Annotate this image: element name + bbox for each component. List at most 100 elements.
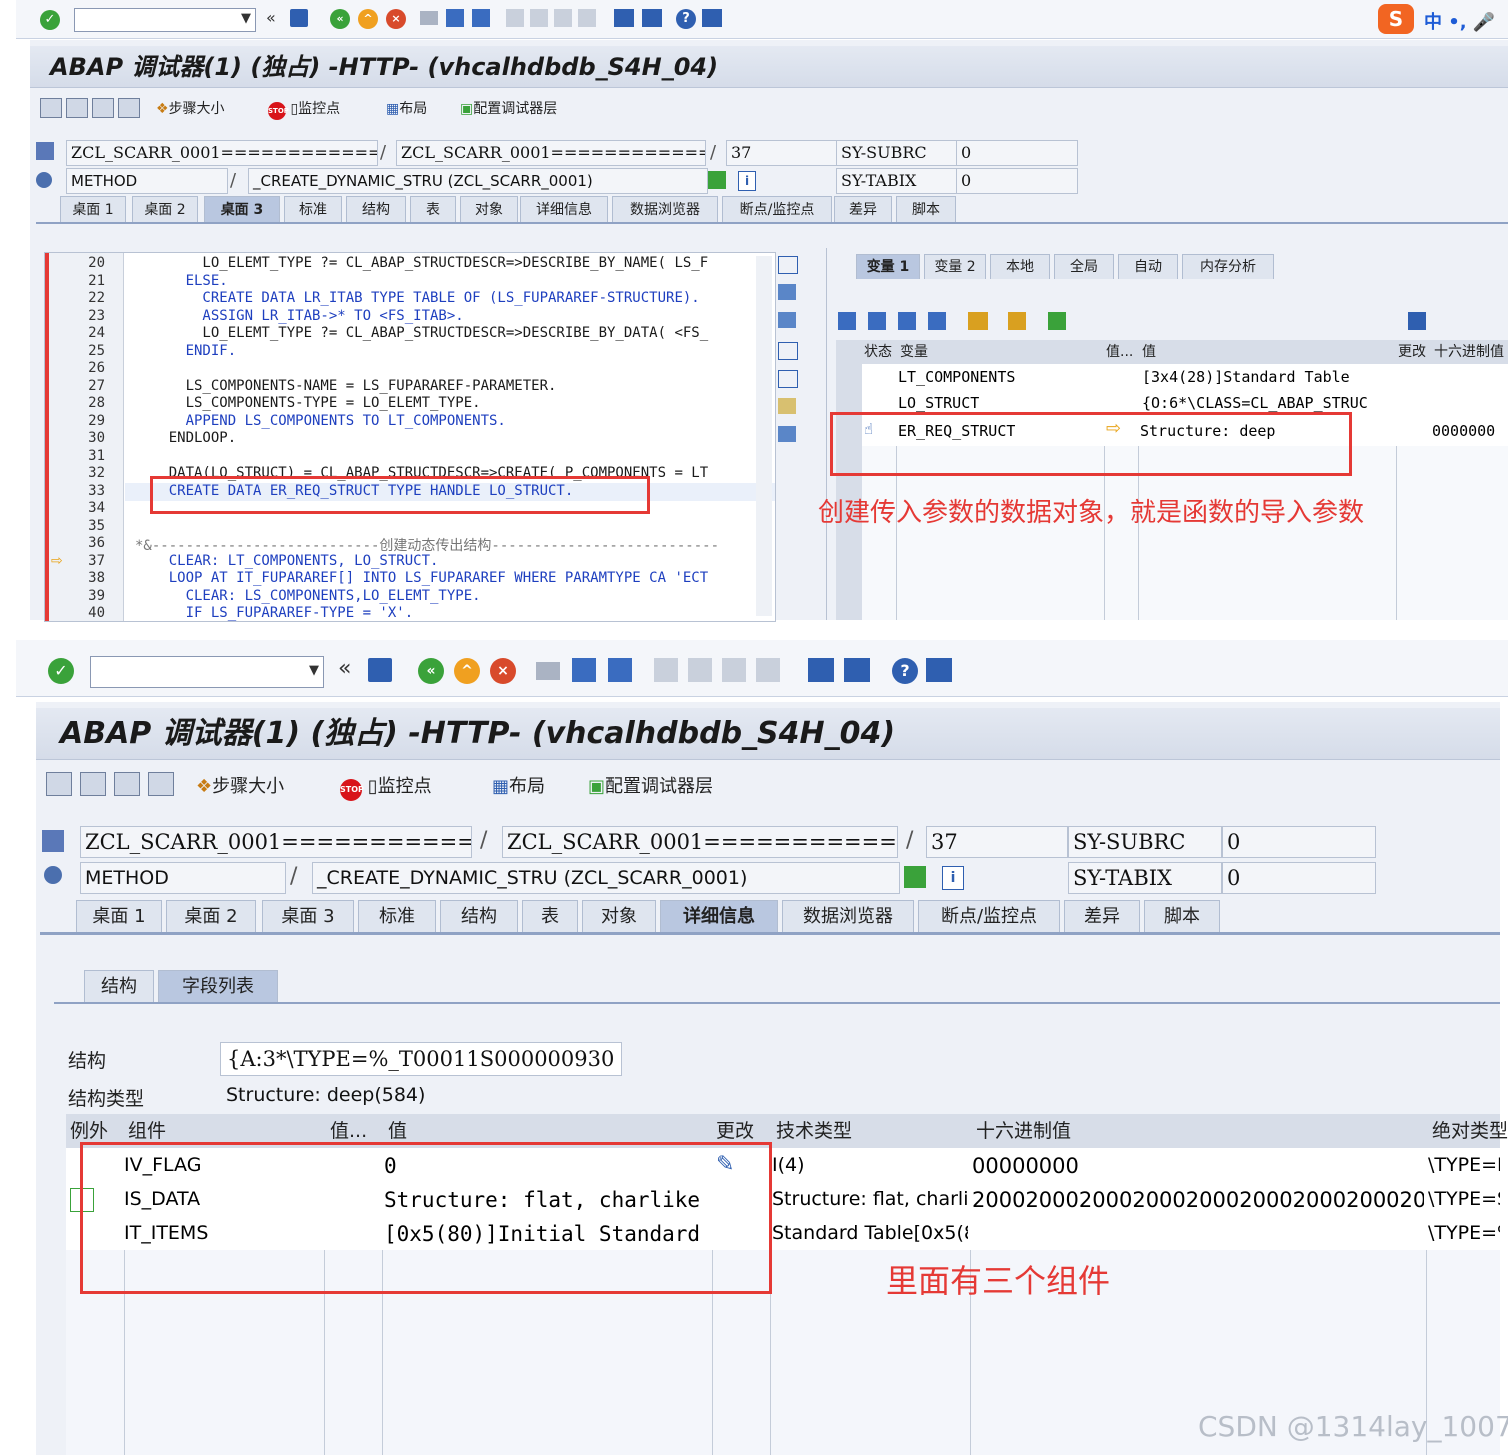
tool-new-icon[interactable] (778, 284, 796, 300)
line-field[interactable]: 37 (926, 826, 1068, 858)
code-line[interactable]: LO_ELEMT_TYPE ?= CL_ABAP_STRUCTDESCR=>DE… (135, 325, 708, 341)
sy-subrc-value[interactable]: 0 (1222, 826, 1376, 858)
double-left-icon[interactable]: « (338, 656, 351, 681)
program-field-2[interactable]: ZCL_SCARR_0001=============== (396, 140, 706, 166)
code-line[interactable]: ENDLOOP. (135, 430, 236, 446)
method-field[interactable]: _CREATE_DYNAMIC_STRU (ZCL_SCARR_0001) (312, 862, 900, 894)
find-next-icon[interactable] (608, 658, 632, 682)
layout-button[interactable]: ▦布局 (492, 772, 545, 798)
new-session-icon[interactable] (808, 658, 834, 682)
find-icon[interactable] (572, 658, 596, 682)
settings-icon[interactable] (968, 312, 988, 330)
source-code-editor[interactable]: ⇨ 20 LO_ELEMT_TYPE ?= CL_ABAP_STRUCTDESC… (44, 252, 776, 622)
continue-icon[interactable] (118, 98, 140, 118)
type-field[interactable]: METHOD (80, 862, 286, 894)
step-return-icon[interactable] (92, 98, 114, 118)
tab-script[interactable]: 脚本 (896, 196, 956, 223)
tab-diff[interactable]: 差异 (1064, 900, 1140, 933)
next-page-icon[interactable] (722, 658, 746, 682)
code-line[interactable]: CLEAR: LS_COMPONENTS,LO_ELEMT_TYPE. (135, 588, 481, 604)
code-line[interactable]: IF LS_FUPARAREF-TYPE = 'X'. (135, 605, 414, 621)
program-field-2[interactable]: ZCL_SCARR_0001=============== (502, 826, 898, 858)
code-line[interactable]: CLEAR: LT_COMPONENTS, LO_STRUCT. (135, 553, 439, 569)
var-value-lt-components[interactable]: [3x4(28)]Standard Table (1142, 368, 1350, 386)
tab-structure[interactable]: 结构 (440, 900, 518, 933)
code-line[interactable]: ELSE. (135, 273, 228, 289)
chevron-down-icon[interactable]: ▼ (309, 663, 319, 678)
cancel-icon[interactable]: × (490, 658, 516, 684)
tab-details[interactable]: 详细信息 (520, 196, 608, 223)
tab-object[interactable]: 对象 (460, 196, 518, 223)
tab-table[interactable]: 表 (410, 196, 456, 223)
editor-scrollbar[interactable] (756, 256, 772, 616)
double-left-icon[interactable]: « (266, 8, 276, 27)
code-line[interactable]: ASSIGN LR_ITAB->* TO <FS_ITAB>. (135, 308, 463, 324)
config-layers-button[interactable]: ▣配置调试器层 (460, 98, 557, 118)
code-line[interactable]: APPEND LS_COMPONENTS TO LT_COMPONENTS. (135, 413, 506, 429)
tab-local[interactable]: 本地 (990, 254, 1050, 279)
display-source-icon[interactable] (708, 171, 726, 189)
code-line[interactable]: CREATE DATA LR_ITAB TYPE TABLE OF (LS_FU… (135, 290, 699, 306)
last-page-icon[interactable] (756, 658, 780, 682)
structure-value-field[interactable]: {A:3*\TYPE=%_T00011S000000930 (220, 1042, 622, 1076)
tab-memory-analysis[interactable]: 内存分析 (1182, 254, 1274, 279)
tab-data-browser[interactable]: 数据浏览器 (782, 900, 914, 933)
tab-diff[interactable]: 差异 (834, 196, 892, 223)
code-line[interactable]: ENDIF. (135, 343, 237, 359)
tab-desktop-3[interactable]: 桌面 3 (262, 900, 354, 933)
program-field-1[interactable]: ZCL_SCARR_0001=============== (80, 826, 472, 858)
type-field[interactable]: METHOD (66, 168, 228, 194)
chevron-down-icon[interactable]: ▼ (241, 11, 251, 26)
step-into-icon[interactable] (46, 772, 72, 796)
print-icon[interactable] (536, 662, 560, 680)
help-icon[interactable]: ? (676, 9, 696, 29)
tab-details[interactable]: 详细信息 (660, 900, 778, 933)
delete-icon[interactable] (838, 312, 856, 330)
back-icon[interactable]: « (330, 9, 350, 29)
info-icon[interactable]: i (942, 866, 964, 890)
save-icon[interactable] (290, 9, 308, 27)
config-layers-button[interactable]: ▣配置调试器层 (588, 772, 713, 798)
display-source-icon[interactable] (904, 866, 926, 888)
tab-auto[interactable]: 自动 (1118, 254, 1178, 279)
tab-desktop-2[interactable]: 桌面 2 (132, 196, 198, 223)
prev-page-icon[interactable] (688, 658, 712, 682)
var-name-lo-struct[interactable]: LO_STRUCT (898, 394, 979, 412)
step-return-icon[interactable] (114, 772, 140, 796)
help-icon[interactable]: ? (892, 658, 918, 684)
tab-standard[interactable]: 标准 (284, 196, 342, 223)
first-page-icon[interactable] (654, 658, 678, 682)
sy-subrc-value[interactable]: 0 (956, 140, 1078, 166)
code-line[interactable]: LO_ELEMT_TYPE ?= CL_ABAP_STRUCTDESCR=>DE… (135, 255, 708, 271)
step-over-icon[interactable] (80, 772, 106, 796)
layout-button[interactable]: ▦布局 (386, 98, 427, 118)
info-icon[interactable]: i (738, 171, 756, 191)
command-field[interactable]: ▼ (90, 656, 324, 688)
layout-menu-icon[interactable] (702, 9, 722, 27)
sy-tabix-value[interactable]: 0 (1222, 862, 1376, 894)
tab-desktop-1[interactable]: 桌面 1 (60, 196, 126, 223)
watchpoint-button[interactable]: STOP ▯监控点 (268, 98, 340, 120)
step-size-button[interactable]: ❖步骤大小 (196, 772, 284, 798)
last-page-icon[interactable] (578, 9, 596, 27)
tab-standard[interactable]: 标准 (358, 900, 436, 933)
tab-object[interactable]: 对象 (582, 900, 656, 933)
method-field[interactable]: _CREATE_DYNAMIC_STRU (ZCL_SCARR_0001) (248, 168, 708, 194)
shortcut-icon[interactable] (642, 9, 662, 27)
command-field[interactable]: ▼ (74, 8, 256, 32)
code-line[interactable]: LS_COMPONENTS-TYPE = LO_ELEMT_TYPE. (135, 395, 481, 411)
layout-menu-icon[interactable] (926, 658, 952, 682)
tab-desktop-1[interactable]: 桌面 1 (76, 900, 162, 933)
next-page-icon[interactable] (554, 9, 572, 27)
tab-script[interactable]: 脚本 (1144, 900, 1220, 933)
var-name-lt-components[interactable]: LT_COMPONENTS (898, 368, 1015, 386)
table-icon[interactable] (928, 312, 946, 330)
new-session-icon[interactable] (614, 9, 634, 27)
insert-row-icon[interactable] (868, 312, 886, 330)
tool-close-icon[interactable] (778, 256, 798, 274)
append-row-icon[interactable] (898, 312, 916, 330)
code-line[interactable]: LOOP AT IT_FUPARAREF[] INTO LS_FUPARAREF… (135, 570, 708, 586)
enter-check-icon[interactable]: ✓ (48, 658, 74, 684)
tab-desktop-2[interactable]: 桌面 2 (166, 900, 256, 933)
tool-tree-icon[interactable] (778, 426, 796, 442)
